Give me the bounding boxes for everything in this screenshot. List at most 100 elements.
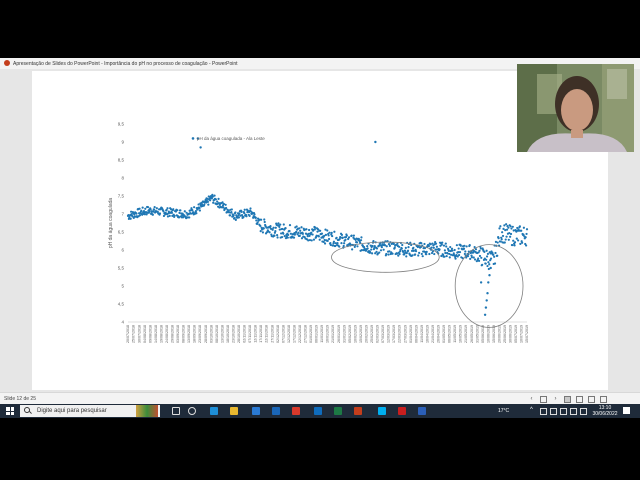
legend-marker xyxy=(191,137,195,140)
data-point xyxy=(524,236,527,239)
x-tick-label: 09/08/2018 xyxy=(148,325,152,343)
x-tick-label: 18/10/2018 xyxy=(226,325,230,343)
x-tick-label: 02/03/2019 xyxy=(376,325,380,343)
weather-temperature[interactable]: 17°C xyxy=(498,408,509,414)
data-point xyxy=(403,249,407,252)
outlier-point xyxy=(488,274,491,277)
data-point xyxy=(149,208,152,211)
task-view-icon[interactable] xyxy=(172,407,180,415)
search-icon xyxy=(24,407,30,413)
powerpoint-icon[interactable] xyxy=(354,407,362,415)
onedrive-icon[interactable] xyxy=(550,408,557,415)
network-icon[interactable] xyxy=(540,408,547,415)
data-point xyxy=(323,242,327,245)
word-icon[interactable] xyxy=(418,407,426,415)
data-point xyxy=(509,225,512,228)
data-point xyxy=(455,244,458,247)
x-tick-label: 11/04/2019 xyxy=(420,325,424,343)
notes-icon[interactable] xyxy=(540,395,547,403)
data-point xyxy=(400,247,403,250)
notification-icon[interactable] xyxy=(623,407,630,414)
clock[interactable]: 13:10 30/06/2022 xyxy=(592,405,618,417)
x-tick-label: 28/10/2018 xyxy=(237,325,241,343)
wifi-icon[interactable] xyxy=(570,408,577,415)
data-point xyxy=(224,203,227,206)
x-tick-label: 17/12/2018 xyxy=(292,325,296,343)
data-point xyxy=(259,230,262,233)
acrobat-icon[interactable] xyxy=(398,407,406,415)
data-point xyxy=(505,228,509,231)
data-point xyxy=(271,228,274,231)
y-axis-title: pH da água coagulada xyxy=(108,198,114,249)
data-point xyxy=(477,259,481,262)
data-point xyxy=(230,210,233,214)
data-point xyxy=(512,239,515,242)
windows-start-icon[interactable] xyxy=(6,407,14,415)
x-tick-label: 12/12/2018 xyxy=(287,325,291,343)
x-tick-label: 28/09/2018 xyxy=(204,325,208,343)
data-point xyxy=(243,212,246,215)
excel-icon[interactable] xyxy=(334,407,342,415)
data-point xyxy=(340,242,343,245)
data-point xyxy=(310,231,313,234)
data-point xyxy=(483,250,486,253)
x-tick-label: 27/11/2018 xyxy=(270,325,274,343)
slideshow-icon[interactable] xyxy=(600,395,607,403)
webcam-video xyxy=(517,64,634,152)
data-point xyxy=(340,233,344,236)
search-placeholder: Digite aqui para pesquisar xyxy=(37,408,107,414)
data-point xyxy=(513,241,517,244)
x-tick-label: 21/01/2019 xyxy=(331,325,335,343)
annotation-ellipse-2 xyxy=(454,244,524,328)
data-point xyxy=(396,242,399,245)
chevron-up-icon[interactable]: ^ xyxy=(530,407,533,413)
data-point xyxy=(387,253,390,256)
data-point xyxy=(188,216,191,219)
data-point xyxy=(335,236,338,239)
data-point xyxy=(311,233,314,236)
file-explorer-icon[interactable] xyxy=(230,407,238,415)
volume-icon[interactable] xyxy=(580,408,587,415)
skype-icon[interactable] xyxy=(378,407,386,415)
data-point xyxy=(352,234,356,237)
reading-view-icon[interactable] xyxy=(588,395,595,403)
data-point xyxy=(299,229,302,232)
data-point xyxy=(198,207,201,210)
data-point xyxy=(493,262,497,265)
chevron-right-icon[interactable]: › xyxy=(552,396,559,403)
data-point xyxy=(407,246,410,249)
y-tick-label: 5,5 xyxy=(118,266,125,271)
mail-icon[interactable] xyxy=(272,407,280,415)
data-point xyxy=(249,207,252,210)
data-point xyxy=(411,254,414,257)
data-point xyxy=(484,262,487,265)
normal-view-icon[interactable] xyxy=(564,395,571,403)
data-point xyxy=(234,211,237,214)
edge-icon[interactable] xyxy=(210,407,218,415)
chrome-icon[interactable] xyxy=(292,407,300,415)
data-point xyxy=(240,210,243,213)
data-point xyxy=(329,242,332,245)
data-point xyxy=(232,214,235,217)
outlook-icon[interactable] xyxy=(314,407,322,415)
data-point xyxy=(385,252,388,256)
data-point xyxy=(496,254,499,257)
slide-sorter-icon[interactable] xyxy=(576,395,583,403)
data-point xyxy=(129,217,132,220)
data-point xyxy=(418,251,421,254)
store-icon[interactable] xyxy=(252,407,260,415)
display-icon[interactable] xyxy=(560,408,567,415)
data-point xyxy=(393,246,396,249)
data-point xyxy=(326,239,329,242)
data-point xyxy=(350,234,353,237)
data-point xyxy=(261,231,265,234)
chevron-left-icon[interactable]: ‹ xyxy=(528,396,535,403)
cortana-icon[interactable] xyxy=(188,407,196,415)
data-point xyxy=(333,230,336,233)
taskbar-search-input[interactable]: Digite aqui para pesquisar xyxy=(20,405,160,417)
data-point xyxy=(234,218,237,221)
x-tick-label: 23/10/2018 xyxy=(231,325,235,343)
data-point xyxy=(398,245,401,248)
x-tick-label: 20/02/2019 xyxy=(364,325,368,343)
data-point xyxy=(465,245,468,248)
